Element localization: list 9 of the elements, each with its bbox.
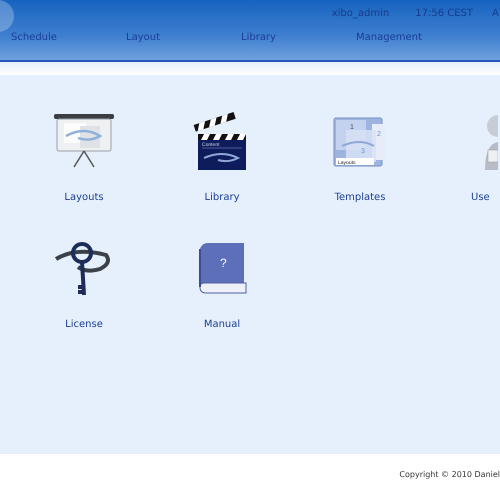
menu-link[interactable]: Use bbox=[471, 192, 490, 203]
menu-link[interactable]: Manual bbox=[204, 319, 240, 330]
menu-link[interactable]: Templates bbox=[334, 192, 386, 203]
clock-time: 17:56 CEST bbox=[415, 8, 473, 21]
menu-link[interactable]: Library bbox=[204, 192, 240, 203]
menu-link[interactable]: Layouts bbox=[64, 192, 104, 203]
copyright-text: Copyright © 2010 Daniel bbox=[399, 470, 500, 479]
menu-link[interactable]: License bbox=[65, 319, 103, 330]
username: xibo_admin bbox=[332, 8, 390, 21]
